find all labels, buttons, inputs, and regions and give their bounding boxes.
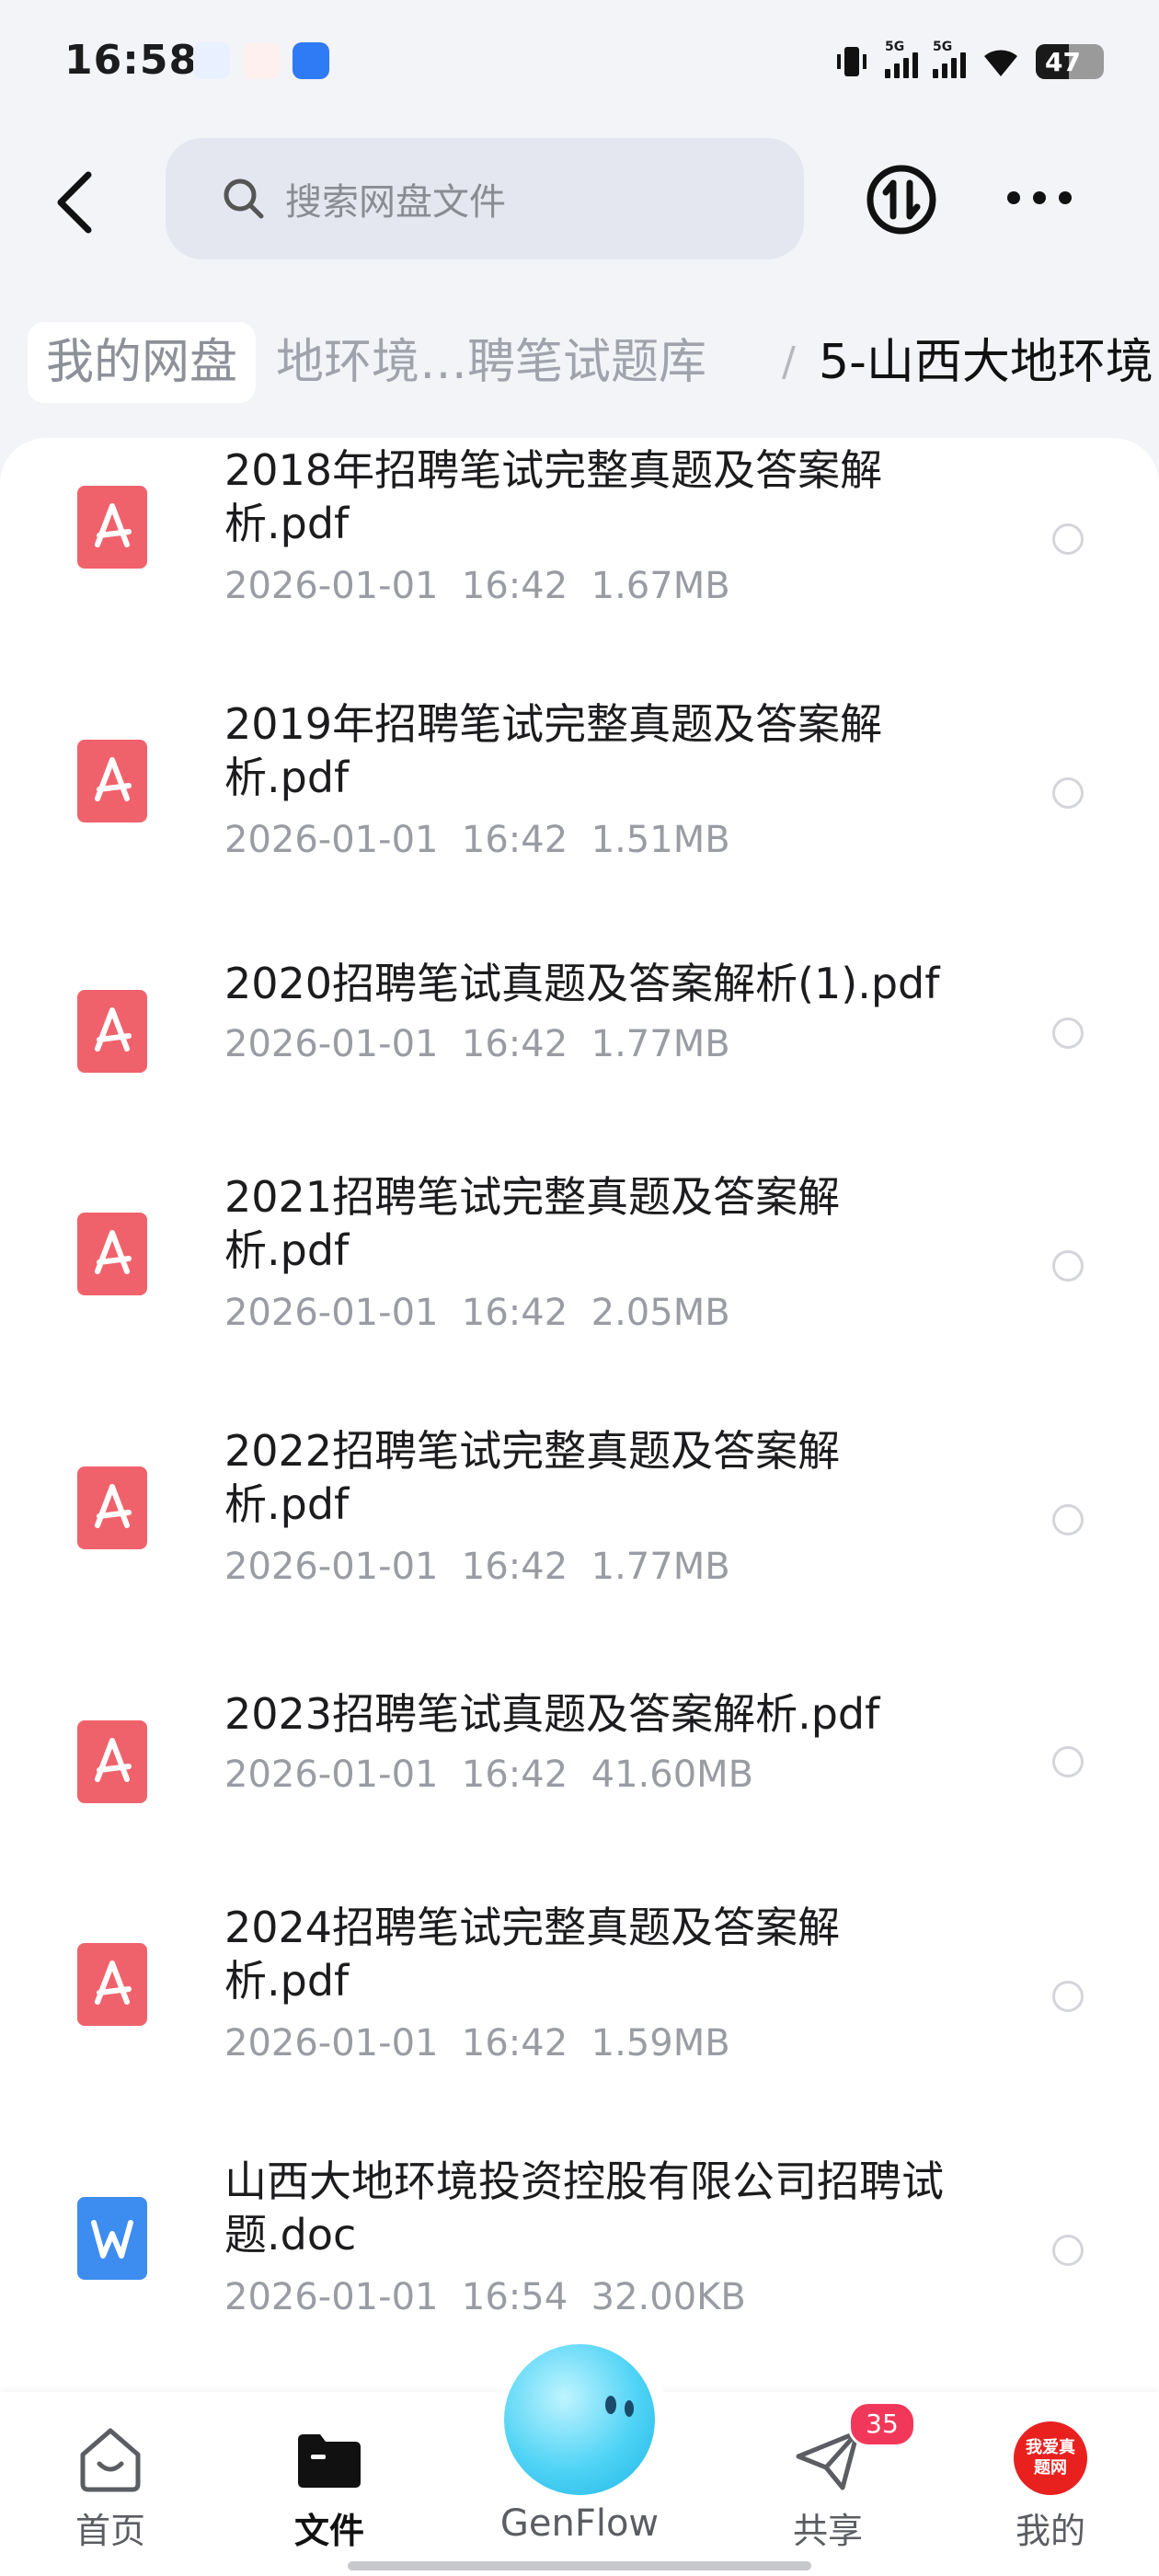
file-name: 2018年招聘笔试完整真题及答案解析.pdf [224, 445, 883, 548]
app-notification-icon [244, 42, 281, 79]
breadcrumb-separator: / [782, 339, 796, 385]
pdf-file-icon [77, 1720, 147, 1803]
file-row[interactable]: 2023招聘笔试真题及答案解析.pdf 2026-01-01 16:42 41.… [0, 1678, 1159, 1880]
search-input[interactable]: 搜索网盘文件 [166, 138, 804, 259]
pdf-file-icon [77, 1466, 147, 1549]
genflow-mascot-icon[interactable] [504, 2344, 655, 2495]
transfer-icon[interactable] [865, 163, 938, 236]
tab-files-label: 文件 [293, 2511, 364, 2551]
pdf-file-icon [77, 740, 147, 822]
select-checkbox[interactable] [1052, 1981, 1084, 2012]
home-icon [80, 2428, 141, 2492]
file-name: 山西大地环境投资控股有限公司招聘试题.doc [224, 2156, 944, 2260]
pdf-file-icon [77, 486, 147, 569]
file-row[interactable]: 2018年招聘笔试完整真题及答案解析.pdf 2026-01-01 16:42 … [0, 438, 1159, 677]
app-notification-icon [193, 42, 230, 79]
wifi-icon [984, 50, 1017, 76]
search-placeholder: 搜索网盘文件 [285, 181, 506, 224]
file-meta: 2026-01-01 16:54 32.00KB [224, 2276, 746, 2318]
file-list: 2018年招聘笔试完整真题及答案解析.pdf 2026-01-01 16:42 … [0, 438, 1159, 2392]
avatar[interactable]: 我爱真题网 [1014, 2421, 1087, 2495]
file-meta: 2026-01-01 16:42 1.51MB [224, 819, 730, 861]
status-time: 16:58 [64, 37, 199, 84]
breadcrumb-parent[interactable]: 地环境…聘笔试题库 [276, 322, 706, 403]
select-checkbox[interactable] [1052, 1018, 1084, 1049]
breadcrumb-current: 5-山西大地环境 [819, 335, 1153, 390]
select-checkbox[interactable] [1052, 2235, 1084, 2266]
file-meta: 2026-01-01 16:42 2.05MB [224, 1292, 730, 1334]
file-name: 2023招聘笔试真题及答案解析.pdf [224, 1689, 880, 1739]
vibrate-icon [837, 47, 866, 76]
select-checkbox[interactable] [1052, 1250, 1084, 1282]
file-meta: 2026-01-01 16:42 1.67MB [224, 565, 730, 607]
file-row[interactable]: 2024招聘笔试完整真题及答案解析.pdf 2026-01-01 16:42 1… [0, 1901, 1159, 2140]
file-name: 2021招聘笔试完整真题及答案解析.pdf [224, 1172, 841, 1275]
tab-files[interactable]: 文件 [247, 2392, 412, 2576]
app-notification-icon [293, 42, 329, 79]
signal-icon: 5G [885, 40, 918, 78]
breadcrumb-root[interactable]: 我的网盘 [28, 322, 257, 403]
breadcrumb: 我的网盘 地环境…聘笔试题库 / 5-山西大地环境 [0, 322, 1159, 405]
avatar-text: 我爱真题网 [1026, 2438, 1075, 2478]
signal-icon: 5G [933, 40, 966, 78]
status-bar: 16:58 5G 5G 47 [0, 0, 1159, 129]
tab-home-label: 首页 [75, 2511, 145, 2551]
file-meta: 2026-01-01 16:42 41.60MB [224, 1754, 754, 1796]
file-row[interactable]: 2022招聘笔试完整真题及答案解析.pdf 2026-01-01 16:42 1… [0, 1424, 1159, 1663]
file-row[interactable]: 2020招聘笔试真题及答案解析(1).pdf 2026-01-01 16:42 … [0, 946, 1159, 1148]
folder-icon [298, 2434, 361, 2488]
select-checkbox[interactable] [1052, 523, 1084, 555]
file-meta: 2026-01-01 16:42 1.77MB [224, 1023, 730, 1065]
file-row[interactable]: 2019年招聘笔试完整真题及答案解析.pdf 2026-01-01 16:42 … [0, 692, 1159, 931]
share-badge: 35 [848, 2401, 916, 2447]
back-arrow-icon[interactable] [48, 166, 103, 239]
more-options-icon[interactable] [1003, 184, 1076, 212]
select-checkbox[interactable] [1052, 1504, 1084, 1535]
file-name: 2024招聘笔试完整真题及答案解析.pdf [224, 1903, 841, 2006]
tab-home[interactable]: 首页 [28, 2392, 193, 2576]
file-meta: 2026-01-01 16:42 1.59MB [224, 2022, 730, 2064]
file-name: 2022招聘笔试完整真题及答案解析.pdf [224, 1426, 841, 1529]
tab-share-label: 共享 [792, 2511, 863, 2551]
word-file-icon [77, 2197, 147, 2280]
battery-icon: 47 [1036, 44, 1104, 79]
file-row[interactable]: 2021招聘笔试完整真题及答案解析.pdf 2026-01-01 16:42 2… [0, 1170, 1159, 1409]
pdf-file-icon [77, 1943, 147, 2026]
search-icon [224, 178, 264, 219]
pdf-file-icon [77, 990, 147, 1073]
select-checkbox[interactable] [1052, 777, 1084, 809]
file-name: 2019年招聘笔试完整真题及答案解析.pdf [224, 699, 883, 802]
tab-genflow-label[interactable]: GenFlow [460, 2502, 699, 2545]
file-name: 2020招聘笔试真题及答案解析(1).pdf [224, 959, 940, 1008]
pdf-file-icon [77, 1213, 147, 1295]
select-checkbox[interactable] [1052, 1746, 1084, 1777]
home-indicator[interactable] [348, 2561, 811, 2570]
tab-mine-label: 我的 [1015, 2511, 1085, 2551]
file-meta: 2026-01-01 16:42 1.77MB [224, 1546, 730, 1588]
